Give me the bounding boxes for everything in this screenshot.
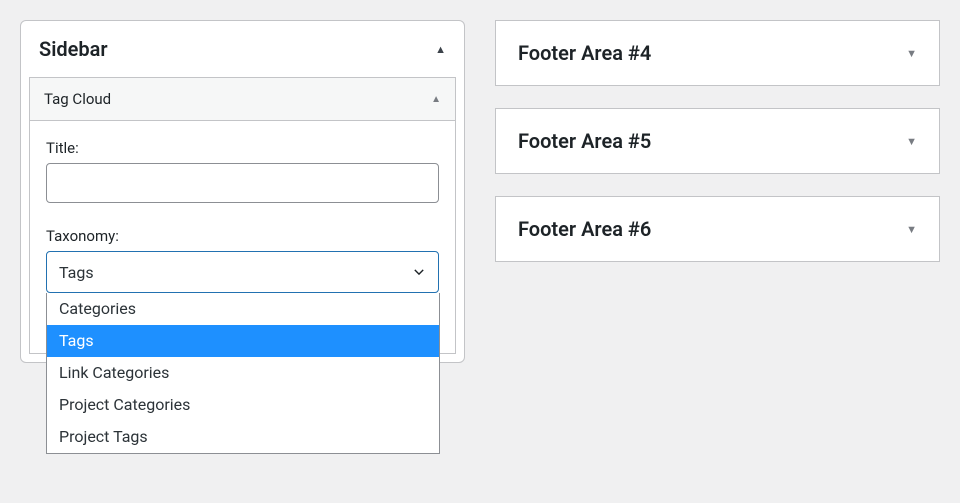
- taxonomy-label: Taxonomy:: [46, 227, 439, 245]
- footer-area-4[interactable]: Footer Area #4 ▼: [495, 20, 940, 86]
- panel-title: Footer Area #5: [518, 129, 651, 153]
- widget-header[interactable]: Tag Cloud ▲: [29, 77, 456, 121]
- field-taxonomy: Taxonomy: Tags Categories Tags Link Cate…: [46, 227, 439, 293]
- chevron-down-icon: ▼: [906, 135, 917, 148]
- title-label: Title:: [46, 139, 439, 157]
- widget-body: Title: Taxonomy: Tags Categories: [29, 121, 456, 354]
- option-project-categories[interactable]: Project Categories: [47, 389, 439, 421]
- chevron-down-icon: [412, 265, 426, 279]
- option-tags[interactable]: Tags: [47, 325, 439, 357]
- panel-title: Footer Area #4: [518, 41, 651, 65]
- taxonomy-dropdown: Categories Tags Link Categories Project …: [46, 293, 440, 454]
- taxonomy-selected-value: Tags: [59, 263, 94, 282]
- option-link-categories[interactable]: Link Categories: [47, 357, 439, 389]
- sidebar-title: Sidebar: [39, 37, 108, 61]
- option-categories[interactable]: Categories: [47, 293, 439, 325]
- widget-title: Tag Cloud: [44, 90, 111, 108]
- chevron-down-icon: ▼: [906, 47, 917, 60]
- sidebar-panel: Sidebar ▲ Tag Cloud ▲ Title: Taxonomy:: [20, 20, 465, 363]
- collapse-icon: ▲: [435, 43, 446, 56]
- chevron-down-icon: ▼: [906, 223, 917, 236]
- panel-title: Footer Area #6: [518, 217, 651, 241]
- title-input[interactable]: [46, 163, 439, 203]
- footer-area-5[interactable]: Footer Area #5 ▼: [495, 108, 940, 174]
- collapse-icon: ▲: [431, 94, 441, 105]
- sidebar-header[interactable]: Sidebar ▲: [21, 21, 464, 77]
- footer-area-6[interactable]: Footer Area #6 ▼: [495, 196, 940, 262]
- taxonomy-select[interactable]: Tags: [46, 251, 439, 293]
- widget-tag-cloud: Tag Cloud ▲ Title: Taxonomy: Tags: [29, 77, 456, 354]
- option-project-tags[interactable]: Project Tags: [47, 421, 439, 453]
- field-title: Title:: [46, 139, 439, 203]
